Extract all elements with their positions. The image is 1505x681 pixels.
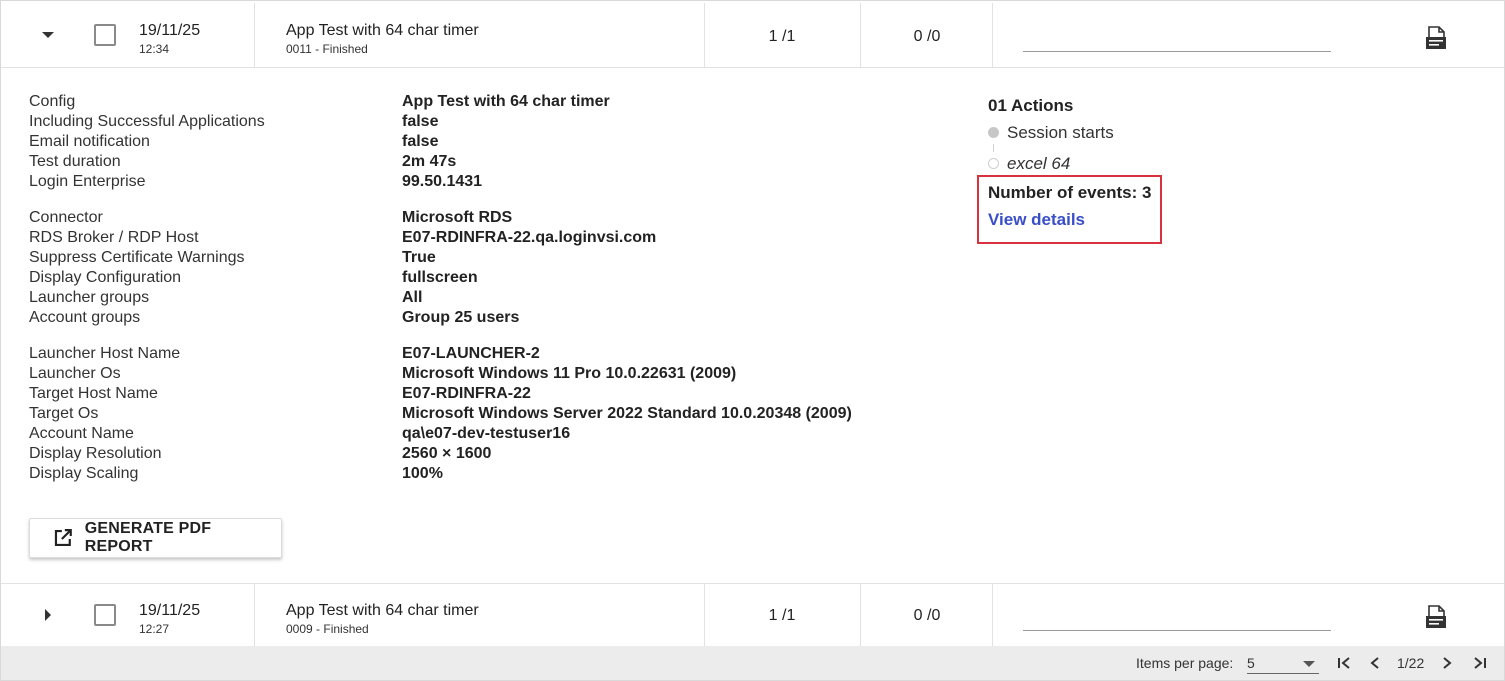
test-row[interactable]: 19/11/25 12:34 App Test with 64 char tim… bbox=[1, 3, 1504, 68]
test-row[interactable]: 19/11/25 12:27 App Test with 64 char tim… bbox=[1, 583, 1504, 647]
row-date: 19/11/25 bbox=[139, 22, 201, 39]
row-status: 0011 - Finished bbox=[286, 42, 368, 56]
detail-value: 100% bbox=[402, 465, 443, 482]
detail-value: 2560 × 1600 bbox=[402, 445, 492, 462]
detail-key: RDS Broker / RDP Host bbox=[29, 229, 199, 246]
detail-value: Microsoft RDS bbox=[402, 209, 513, 226]
actions-title: 01 Actions bbox=[988, 96, 1074, 115]
detail-value: E07-RDINFRA-22 bbox=[402, 385, 531, 402]
pdf-report-icon[interactable] bbox=[1423, 25, 1449, 51]
column-divider bbox=[860, 584, 861, 646]
detail-value: App Test with 64 char timer bbox=[402, 93, 610, 110]
paginator: Items per page: 5 1/22 bbox=[1, 646, 1504, 680]
detail-key: Login Enterprise bbox=[29, 173, 146, 190]
row-input-field[interactable] bbox=[1023, 630, 1331, 631]
expand-toggle[interactable] bbox=[34, 601, 62, 629]
events-count: Number of events: 3 bbox=[988, 183, 1152, 202]
detail-key: Connector bbox=[29, 209, 103, 226]
detail-value: Group 25 users bbox=[402, 309, 520, 326]
step-filled-dot-icon bbox=[988, 127, 999, 138]
detail-key: Target Host Name bbox=[29, 385, 158, 402]
actions-section: 01 Actions bbox=[988, 96, 1073, 116]
row-checkbox[interactable] bbox=[94, 604, 116, 626]
detail-value: All bbox=[402, 289, 423, 306]
action-step: Session starts bbox=[1007, 123, 1114, 142]
column-divider bbox=[860, 3, 861, 67]
detail-key: Display Resolution bbox=[29, 445, 162, 462]
row-count-b: 0 /0 bbox=[913, 28, 941, 45]
next-page-icon[interactable] bbox=[1438, 654, 1456, 672]
detail-key: Test duration bbox=[29, 153, 121, 170]
last-page-icon[interactable] bbox=[1471, 654, 1489, 672]
row-test-name: App Test with 64 char timer bbox=[286, 602, 479, 619]
generate-pdf-report-button[interactable]: GENERATE PDF REPORT bbox=[29, 518, 282, 558]
column-divider bbox=[254, 3, 255, 67]
detail-value: 2m 47s bbox=[402, 153, 457, 170]
row-status: 0009 - Finished bbox=[286, 622, 369, 636]
chevron-down-icon bbox=[42, 32, 54, 38]
test-results-panel: 19/11/25 12:34 App Test with 64 char tim… bbox=[0, 0, 1505, 681]
detail-value: True bbox=[402, 249, 436, 266]
detail-key: Display Configuration bbox=[29, 269, 182, 286]
detail-key: Account Name bbox=[29, 425, 134, 442]
detail-value: Microsoft Windows 11 Pro 10.0.22631 (200… bbox=[402, 365, 737, 382]
action-step: excel 64 bbox=[1007, 154, 1071, 173]
row-checkbox[interactable] bbox=[94, 24, 116, 46]
detail-key: Launcher Host Name bbox=[29, 345, 181, 362]
pdf-report-icon[interactable] bbox=[1423, 604, 1449, 630]
detail-value: false bbox=[402, 113, 439, 130]
detail-value: E07-LAUNCHER-2 bbox=[402, 345, 540, 362]
previous-page-icon[interactable] bbox=[1366, 654, 1384, 672]
external-link-icon bbox=[54, 529, 72, 546]
step-empty-dot-icon bbox=[988, 158, 999, 169]
detail-key: Email notification bbox=[29, 133, 150, 150]
first-page-icon[interactable] bbox=[1335, 654, 1353, 672]
column-divider bbox=[704, 584, 705, 646]
row-test-name: App Test with 64 char timer bbox=[286, 22, 479, 39]
detail-value: Microsoft Windows Server 2022 Standard 1… bbox=[402, 405, 852, 422]
detail-value: fullscreen bbox=[402, 269, 478, 286]
detail-key: Config bbox=[29, 93, 76, 110]
row-count-b: 0 /0 bbox=[913, 607, 941, 624]
view-details-link[interactable]: View details bbox=[988, 210, 1085, 230]
items-per-page-value: 5 bbox=[1247, 655, 1255, 671]
row-count-a: 1 /1 bbox=[768, 28, 796, 45]
detail-key: Launcher Os bbox=[29, 365, 121, 382]
row-date: 19/11/25 bbox=[139, 602, 201, 619]
row-count-a: 1 /1 bbox=[768, 607, 796, 624]
row-time: 12:27 bbox=[139, 622, 170, 636]
column-divider bbox=[992, 584, 993, 646]
test-detail-panel: Config App Test with 64 char timer Includi… bbox=[1, 68, 1504, 582]
items-per-page-select[interactable]: 5 bbox=[1247, 653, 1319, 674]
detail-value: false bbox=[402, 133, 439, 150]
row-input-field[interactable] bbox=[1023, 51, 1331, 52]
detail-value: E07-RDINFRA-22.qa.loginvsi.com bbox=[402, 229, 657, 246]
column-divider bbox=[704, 3, 705, 67]
detail-value: qa\e07-dev-testuser16 bbox=[402, 425, 571, 442]
row-time: 12:34 bbox=[139, 42, 170, 56]
chevron-right-icon bbox=[45, 609, 51, 621]
detail-key: Suppress Certificate Warnings bbox=[29, 249, 245, 266]
detail-key: Display Scaling bbox=[29, 465, 139, 482]
detail-key: Target Os bbox=[29, 405, 99, 422]
dropdown-arrow-icon bbox=[1303, 661, 1315, 667]
generate-pdf-report-label: GENERATE PDF REPORT bbox=[84, 520, 212, 555]
items-per-page-label: Items per page: bbox=[1136, 655, 1234, 671]
step-connector bbox=[993, 144, 994, 152]
collapse-toggle[interactable] bbox=[34, 21, 62, 49]
page-indicator: 1/22 bbox=[1397, 655, 1425, 671]
column-divider bbox=[992, 3, 993, 67]
detail-value: 99.50.1431 bbox=[402, 173, 483, 190]
detail-key: Launcher groups bbox=[29, 289, 150, 306]
column-divider bbox=[254, 584, 255, 646]
detail-key: Account groups bbox=[29, 309, 141, 326]
detail-key: Including Successful Applications bbox=[29, 113, 265, 130]
